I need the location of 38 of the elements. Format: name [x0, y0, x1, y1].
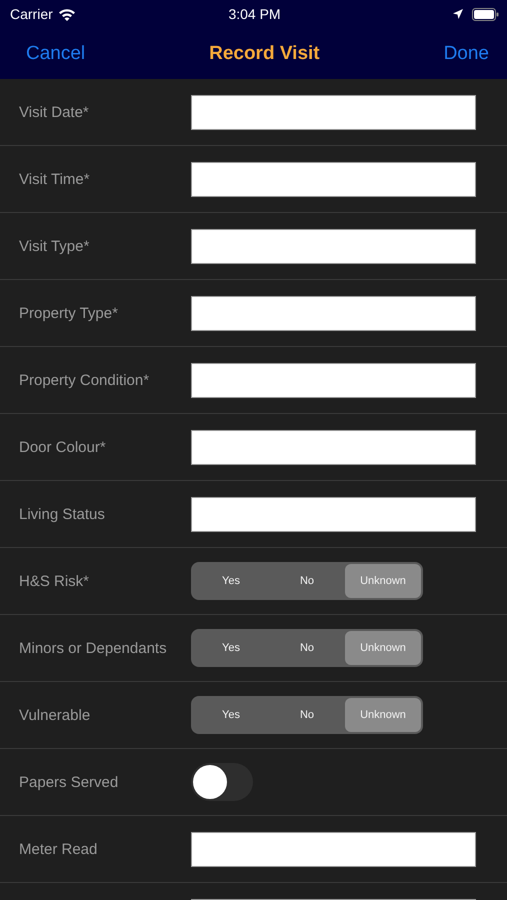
segment-option[interactable]: Yes — [193, 631, 269, 665]
done-button[interactable]: Done — [444, 42, 489, 64]
field-label: Living Status — [19, 506, 106, 522]
field-label: Visit Date* — [19, 104, 90, 120]
segment-option[interactable]: No — [269, 698, 345, 732]
field-label: Visit Time* — [19, 170, 91, 188]
field-label: Meter Read — [19, 840, 98, 858]
segmented-control[interactable]: Yes No Unknown — [191, 629, 423, 667]
input-field[interactable] — [191, 296, 476, 330]
field-label: H&S Risk* — [19, 572, 90, 590]
field-label: Papers Served — [19, 774, 120, 790]
carrier-label: Carrier — [10, 6, 53, 22]
segment-option[interactable]: No — [269, 631, 345, 665]
cancel-button[interactable]: Cancel — [26, 42, 86, 64]
battery-icon — [472, 8, 500, 20]
input-field[interactable] — [191, 832, 476, 866]
segment-option[interactable]: Yes — [193, 698, 269, 732]
input-field[interactable] — [191, 162, 476, 196]
segment-option[interactable]: No — [269, 564, 345, 598]
field-label: Property Type* — [19, 304, 119, 322]
segmented-control[interactable]: Yes No Unknown — [191, 562, 423, 600]
input-field[interactable] — [191, 496, 476, 532]
location-arrow-icon — [452, 8, 464, 20]
field-label: Vulnerable — [19, 706, 92, 724]
field-label: Visit Type* — [19, 238, 90, 254]
segmented-control[interactable]: Yes No Unknown — [191, 696, 423, 734]
screen-title: Record Visit — [209, 42, 320, 64]
segment-option[interactable]: Yes — [193, 564, 269, 598]
toggle-switch[interactable] — [191, 763, 253, 801]
input-field[interactable] — [191, 228, 476, 264]
input-field[interactable] — [191, 362, 476, 398]
field-label: Door Colour* — [19, 438, 107, 456]
field-label: Property Condition* — [19, 372, 150, 388]
wifi-icon — [58, 8, 76, 20]
input-field[interactable] — [191, 94, 476, 130]
input-field[interactable] — [191, 430, 476, 464]
field-label: Minors or Dependants — [19, 640, 168, 656]
clock: 3:04 PM — [228, 6, 281, 22]
